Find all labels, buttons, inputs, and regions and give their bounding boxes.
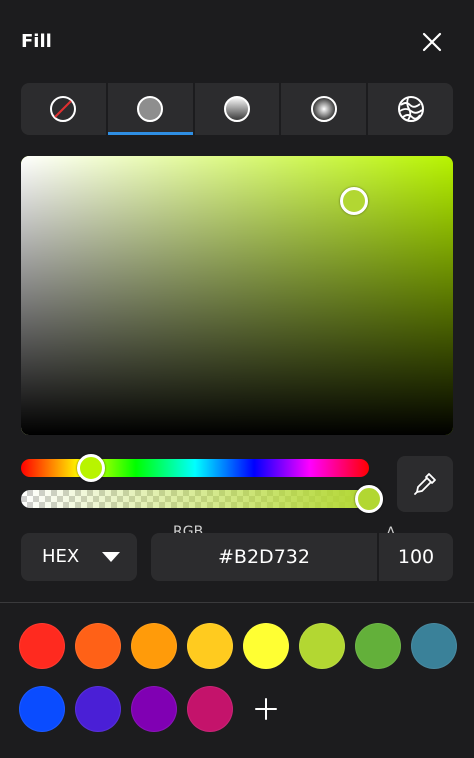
color-swatch[interactable]: [299, 623, 345, 669]
fill-type-tabs: [21, 83, 453, 135]
color-picker-handle[interactable]: [339, 186, 368, 215]
color-swatch[interactable]: [19, 623, 65, 669]
color-swatch[interactable]: [131, 686, 177, 732]
color-swatch[interactable]: [187, 686, 233, 732]
color-swatch[interactable]: [187, 623, 233, 669]
no-fill-icon: [50, 96, 77, 122]
color-swatch[interactable]: [131, 623, 177, 669]
panel-title: Fill: [21, 31, 52, 52]
alpha-value-input[interactable]: 100: [379, 533, 453, 581]
color-swatch[interactable]: [243, 623, 289, 669]
tab-radial-gradient[interactable]: [281, 83, 369, 135]
close-button[interactable]: [416, 26, 448, 58]
tab-no-fill[interactable]: [21, 83, 108, 135]
opacity-slider[interactable]: [21, 490, 369, 508]
pattern-fill-icon: [397, 96, 424, 122]
color-swatch[interactable]: [411, 623, 457, 669]
plus-icon: [255, 698, 277, 720]
opacity-gradient: [21, 490, 369, 508]
solid-fill-icon: [137, 96, 164, 122]
color-swatch[interactable]: [355, 623, 401, 669]
radial-gradient-icon: [310, 96, 337, 122]
tab-pattern-fill[interactable]: [368, 83, 453, 135]
tab-linear-gradient[interactable]: [195, 83, 282, 135]
color-mode-value: HEX: [42, 546, 80, 567]
color-swatch[interactable]: [75, 686, 121, 732]
close-icon: [422, 32, 442, 52]
panel-header: Fill: [0, 0, 474, 84]
saturation-brightness-area[interactable]: [21, 156, 453, 435]
color-swatch[interactable]: [19, 686, 65, 732]
chevron-down-icon: [102, 552, 120, 562]
tab-solid-fill[interactable]: [107, 83, 195, 135]
add-swatch-button[interactable]: [243, 686, 289, 732]
section-divider: [0, 602, 474, 603]
linear-gradient-icon: [223, 96, 250, 122]
color-swatch[interactable]: [75, 623, 121, 669]
color-mode-dropdown[interactable]: HEX: [21, 533, 137, 581]
hue-slider[interactable]: [21, 454, 369, 482]
eyedropper-icon: [414, 473, 436, 495]
hex-value-input[interactable]: #B2D732: [151, 533, 377, 581]
brightness-layer: [21, 156, 453, 435]
eyedropper-button[interactable]: [397, 456, 453, 512]
opacity-slider-handle[interactable]: [355, 485, 383, 513]
hue-slider-handle[interactable]: [76, 454, 105, 482]
